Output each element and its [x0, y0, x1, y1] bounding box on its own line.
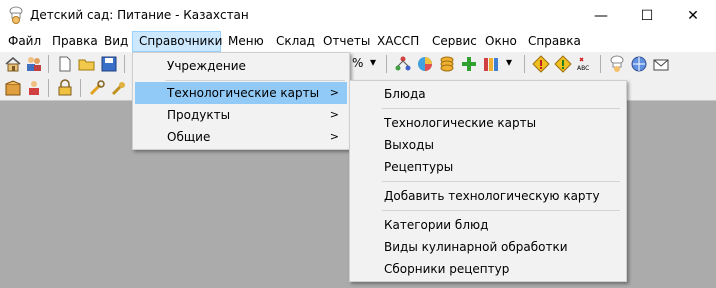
tools-icon[interactable]: [88, 79, 106, 97]
check-diamond-icon[interactable]: [554, 55, 572, 73]
chevron-right-icon: >: [329, 86, 339, 99]
title-bar: Детский сад: Питание - Казахстан — ☐ ✕: [0, 0, 716, 31]
chevron-right-icon: >: [329, 108, 339, 121]
toolbar-main: % ▾ ▾ ABC: [0, 52, 716, 76]
maximize-button[interactable]: ☐: [624, 0, 670, 31]
box-icon[interactable]: [4, 79, 22, 97]
menu-item-products[interactable]: Продукты >: [135, 104, 347, 126]
minimize-button[interactable]: —: [578, 0, 624, 31]
submenu-item-dish-categories[interactable]: Категории блюд: [352, 214, 624, 236]
maximize-icon: ☐: [640, 7, 654, 24]
staff-icon[interactable]: [25, 79, 43, 97]
menu-separator: [165, 80, 345, 81]
abc-text: ABC: [577, 65, 589, 72]
app-chef-icon: [9, 6, 23, 24]
menu-help[interactable]: Справка: [522, 31, 587, 52]
menu-view[interactable]: Вид: [98, 31, 134, 52]
menu-bar: Файл Правка Вид Справочники Меню Склад О…: [0, 31, 716, 52]
menu-warehouse[interactable]: Склад: [270, 31, 321, 52]
spell-check-icon[interactable]: ABC: [576, 55, 594, 73]
toolbar-separator: [386, 55, 387, 73]
menu-menu[interactable]: Меню: [222, 31, 270, 52]
submenu-item-dishes[interactable]: Блюда: [352, 83, 624, 105]
toolbar-separator: [600, 55, 601, 73]
close-icon: ✕: [687, 7, 699, 24]
save-icon[interactable]: [100, 55, 118, 73]
users-icon[interactable]: [25, 55, 43, 73]
toolbar-separator: [80, 79, 81, 97]
menu-item-tech-cards[interactable]: Технологические карты >: [135, 82, 347, 104]
open-folder-icon[interactable]: [78, 55, 96, 73]
menu-haccp[interactable]: ХАССП: [371, 31, 425, 52]
warning-diamond-icon[interactable]: [532, 55, 550, 73]
pie-chart-icon[interactable]: [416, 55, 434, 73]
wrench-icon[interactable]: [110, 79, 128, 97]
close-button[interactable]: ✕: [670, 0, 716, 31]
submenu-item-recipes[interactable]: Рецептуры: [352, 156, 624, 178]
chef-hat-icon[interactable]: [608, 55, 626, 73]
chevron-down-icon[interactable]: ▾: [506, 55, 512, 69]
chevron-down-icon[interactable]: ▾: [370, 55, 376, 69]
home-icon[interactable]: [4, 55, 22, 73]
menu-separator: [382, 181, 620, 182]
submenu-item-recipe-collections[interactable]: Сборники рецептур: [352, 258, 624, 280]
add-plus-icon[interactable]: [460, 55, 478, 73]
menu-service[interactable]: Сервис: [426, 31, 483, 52]
menu-edit[interactable]: Правка: [46, 31, 104, 52]
structure-icon[interactable]: [394, 55, 412, 73]
submenu-item-add-tech-card[interactable]: Добавить технологическую карту: [352, 185, 624, 207]
coins-icon[interactable]: [438, 55, 456, 73]
menu-window[interactable]: Окно: [479, 31, 523, 52]
toolbar-separator: [48, 55, 49, 73]
menu-file[interactable]: Файл: [2, 31, 47, 52]
mail-icon[interactable]: [652, 55, 670, 73]
submenu-item-outputs[interactable]: Выходы: [352, 134, 624, 156]
menu-item-general[interactable]: Общие >: [135, 126, 347, 148]
window-title: Детский сад: Питание - Казахстан: [30, 8, 249, 22]
reference-dropdown-menu: Учреждение Технологические карты > Проду…: [132, 52, 350, 150]
menu-reference[interactable]: Справочники: [132, 31, 222, 52]
menu-item-institution[interactable]: Учреждение: [135, 55, 347, 77]
tech-cards-submenu: Блюда Технологические карты Выходы Рецеп…: [349, 80, 627, 282]
submenu-item-tech-cards[interactable]: Технологические карты: [352, 112, 624, 134]
zoom-percent-label[interactable]: %: [352, 56, 363, 70]
menu-separator: [382, 210, 620, 211]
minimize-icon: —: [594, 7, 608, 24]
toolbar-separator: [524, 55, 525, 73]
books-icon[interactable]: [482, 55, 500, 73]
toolbar-separator: [48, 79, 49, 97]
chevron-right-icon: >: [329, 130, 339, 143]
globe-icon[interactable]: [630, 55, 648, 73]
menu-reports[interactable]: Отчеты: [317, 31, 376, 52]
menu-separator: [382, 108, 620, 109]
lock-icon[interactable]: [56, 79, 74, 97]
toolbar-separator: [124, 55, 125, 73]
submenu-item-cooking-methods[interactable]: Виды кулинарной обработки: [352, 236, 624, 258]
new-document-icon[interactable]: [56, 55, 74, 73]
